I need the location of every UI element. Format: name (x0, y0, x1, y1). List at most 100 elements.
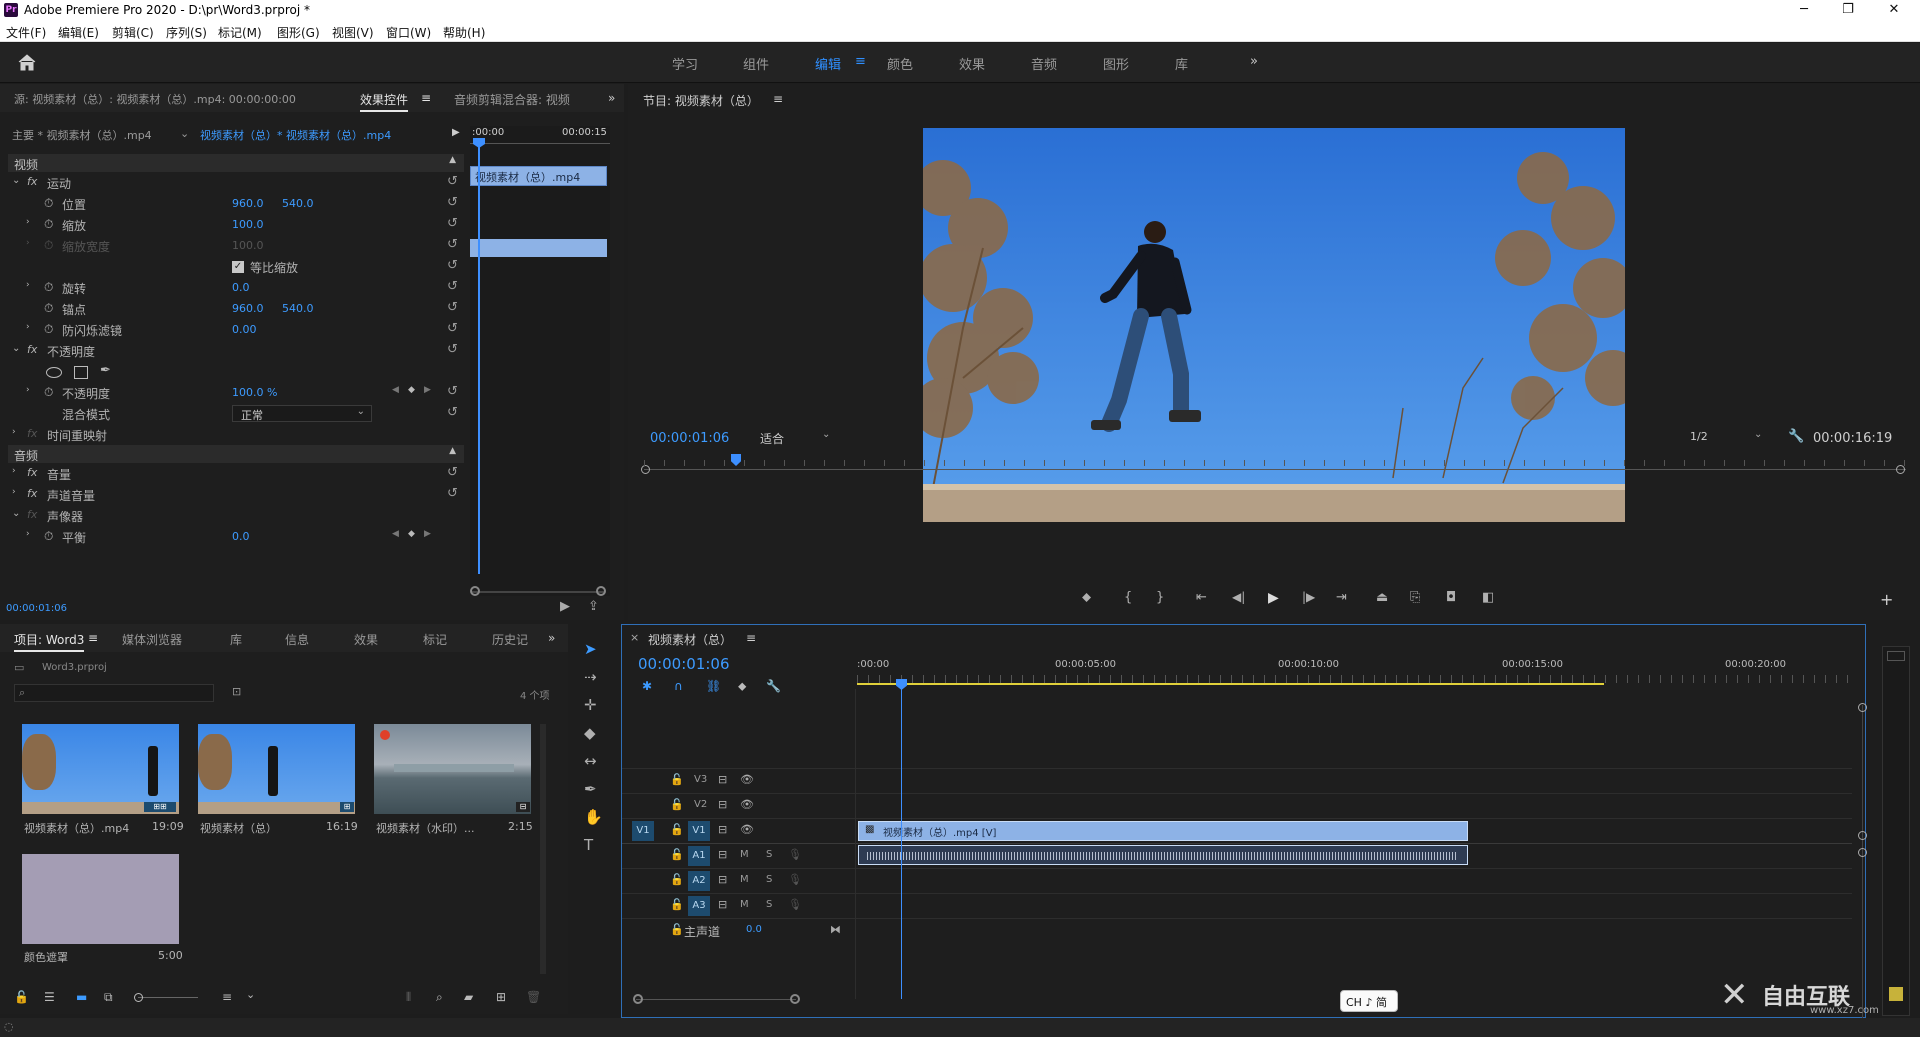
master-clip-label[interactable]: 主要 * 视频素材（总）.mp4 (12, 127, 152, 143)
add-keyframe-icon[interactable]: ◆ (408, 385, 415, 395)
lock-icon[interactable]: 🔓 (670, 848, 684, 861)
stopwatch-icon[interactable]: ⏱ (44, 301, 53, 316)
horizontal-scrollbar[interactable] (636, 999, 796, 1000)
stopwatch-icon[interactable]: ⏱ (44, 322, 53, 337)
opacity-value[interactable]: 100.0 % (232, 386, 277, 399)
track-a3-label[interactable]: A3 (688, 896, 710, 916)
close-tab-icon[interactable]: × (630, 631, 639, 644)
chevron-down-icon[interactable]: ⌄ (12, 343, 20, 354)
track-a2-header[interactable]: 🔓 A2 ⊟ M S 🎙 (622, 869, 850, 894)
tab-markers[interactable]: 标记 (423, 631, 447, 648)
reset-icon[interactable]: ↺ (447, 486, 458, 501)
position-row[interactable]: ⏱ 位置 960.0 540.0 ↺ (0, 193, 462, 214)
sync-lock-icon[interactable]: ⊟ (718, 823, 727, 836)
stopwatch-active-icon[interactable]: ⏱ (44, 385, 53, 400)
workspace-graphics[interactable]: 图形 (1103, 54, 1129, 73)
slip-tool-icon[interactable]: ↔ (584, 752, 597, 770)
workspace-overflow-icon[interactable]: » (1250, 54, 1258, 69)
tab-project[interactable]: 项目: Word3 (14, 631, 85, 652)
effect-controls-timecode[interactable]: 00:00:01:06 (6, 603, 67, 614)
reset-icon[interactable]: ↺ (447, 216, 458, 231)
antiflicker-value[interactable]: 0.00 (232, 323, 257, 336)
selection-tool-icon[interactable]: ➤ (584, 640, 597, 658)
opacity-group-row[interactable]: ⌄ fx 不透明度 ↺ (0, 340, 462, 361)
track-v1-label[interactable]: V1 (688, 821, 710, 841)
channel-volume-row[interactable]: › fx 声道音量 ↺ (0, 484, 462, 505)
menu-help[interactable]: 帮助(H) (443, 24, 485, 41)
add-marker-icon[interactable]: ⬥ (1082, 590, 1091, 605)
project-scrollbar[interactable] (540, 724, 546, 974)
play-icon[interactable]: ▶ (1268, 590, 1279, 606)
microphone-icon[interactable]: 🎙 (788, 898, 802, 911)
item-2-name[interactable]: 视频素材（总） (200, 820, 277, 836)
zoom-handle-left[interactable] (470, 586, 480, 596)
item-1-name[interactable]: 视频素材（总）.mp4 (24, 820, 129, 836)
chevron-down-icon[interactable]: ⌄ (246, 988, 255, 1001)
reset-icon[interactable]: ↺ (447, 279, 458, 294)
master-track-header[interactable]: 🔓 主声道 0.0 ⧓ (622, 919, 850, 944)
rectangle-mask-icon[interactable] (74, 366, 88, 379)
motion-row[interactable]: ⌄ fx 运动 ↺ (0, 172, 462, 193)
stopwatch-icon[interactable]: ⏱ (44, 217, 53, 232)
program-title[interactable]: 节目: 视频素材（总） (643, 92, 759, 109)
lock-icon[interactable]: 🔓 (670, 823, 684, 836)
list-view-icon[interactable]: ☰ (44, 990, 55, 1004)
chevron-right-icon[interactable]: › (26, 385, 30, 395)
scrub-end-handle[interactable] (1896, 465, 1905, 474)
wrench-icon[interactable]: 🔧 (1788, 429, 1804, 444)
close-icon[interactable]: ✕ (1872, 0, 1916, 20)
thumbnail-clip-1[interactable]: ⊞⊞ (22, 724, 179, 814)
anchor-row[interactable]: ⏱ 锚点 960.0 540.0 ↺ (0, 298, 462, 319)
tab-effects[interactable]: 效果 (354, 631, 378, 648)
menu-sequence[interactable]: 序列(S) (166, 24, 207, 41)
resolution-dropdown[interactable]: 1/2 ⌄ (1688, 429, 1768, 447)
tab-history[interactable]: 历史记 (492, 631, 528, 648)
mute-button[interactable]: M (740, 899, 749, 910)
automate-icon[interactable]: ⫴ (406, 990, 411, 1005)
lock-icon[interactable]: 🔓 (14, 990, 29, 1004)
antiflicker-row[interactable]: › ⏱ 防闪烁滤镜 0.00 ↺ (0, 319, 462, 340)
track-select-tool-icon[interactable]: ⇢ (584, 668, 597, 686)
chevron-right-icon[interactable]: › (12, 466, 16, 476)
reset-icon[interactable]: ↺ (447, 342, 458, 357)
sequence-menu-icon[interactable]: ≡ (746, 631, 756, 645)
type-tool-icon[interactable]: T (584, 836, 593, 854)
add-marker-icon[interactable]: ⬥ (738, 679, 746, 694)
project-search-input[interactable]: ⌕ (14, 684, 214, 702)
fx-icon[interactable]: fx (27, 343, 37, 356)
thumbnail-size-slider[interactable] (138, 997, 198, 998)
sort-icon[interactable]: ≡ (222, 990, 232, 1004)
workspace-effects[interactable]: 效果 (959, 54, 985, 73)
menu-window[interactable]: 窗口(W) (386, 24, 431, 41)
chevron-right-icon[interactable]: › (12, 427, 16, 437)
filter-icon[interactable]: ▶ (560, 599, 570, 614)
v-scroll-handle-mid2[interactable] (1858, 848, 1867, 857)
go-to-end-icon[interactable]: ⧓ (830, 923, 841, 936)
tab-libraries[interactable]: 库 (230, 631, 242, 648)
mini-playhead[interactable] (478, 142, 480, 574)
restore-icon[interactable]: ❐ (1826, 0, 1870, 20)
icon-view-icon[interactable]: ▬ (76, 990, 87, 1004)
chevron-down-icon[interactable]: ⌄ (12, 508, 20, 519)
audio-clip-a1[interactable] (858, 845, 1468, 865)
lock-icon[interactable]: 🔓 (670, 898, 684, 911)
camera-icon[interactable]: ◘ (1446, 590, 1456, 605)
reset-icon[interactable]: ↺ (447, 300, 458, 315)
linked-selection-icon[interactable]: ⛓ (706, 679, 721, 693)
microphone-icon[interactable]: 🎙 (788, 873, 802, 886)
track-v3-header[interactable]: 🔓 V3 ⊟ 👁 (622, 769, 850, 794)
sync-lock-icon[interactable]: ⊟ (718, 798, 727, 811)
sequence-clip-label[interactable]: 视频素材（总）* 视频素材（总）.mp4 (200, 127, 391, 143)
solo-button[interactable]: S (766, 874, 772, 885)
thumbnail-clip-2[interactable]: ⊞ (198, 724, 355, 814)
ripple-edit-tool-icon[interactable]: ✛ (584, 696, 597, 714)
chevron-right-icon[interactable]: › (12, 487, 16, 497)
scale-row[interactable]: › ⏱ 缩放 100.0 ↺ (0, 214, 462, 235)
program-timecode[interactable]: 00:00:01:06 (650, 431, 729, 446)
sequence-tab-title[interactable]: 视频素材（总） (648, 631, 732, 648)
home-icon[interactable] (17, 53, 37, 71)
microphone-icon[interactable]: 🎙 (788, 848, 802, 861)
ellipse-mask-icon[interactable] (46, 367, 62, 378)
workspace-menu-icon[interactable]: ≡ (855, 54, 866, 69)
freeform-view-icon[interactable]: ⧉ (104, 990, 113, 1005)
